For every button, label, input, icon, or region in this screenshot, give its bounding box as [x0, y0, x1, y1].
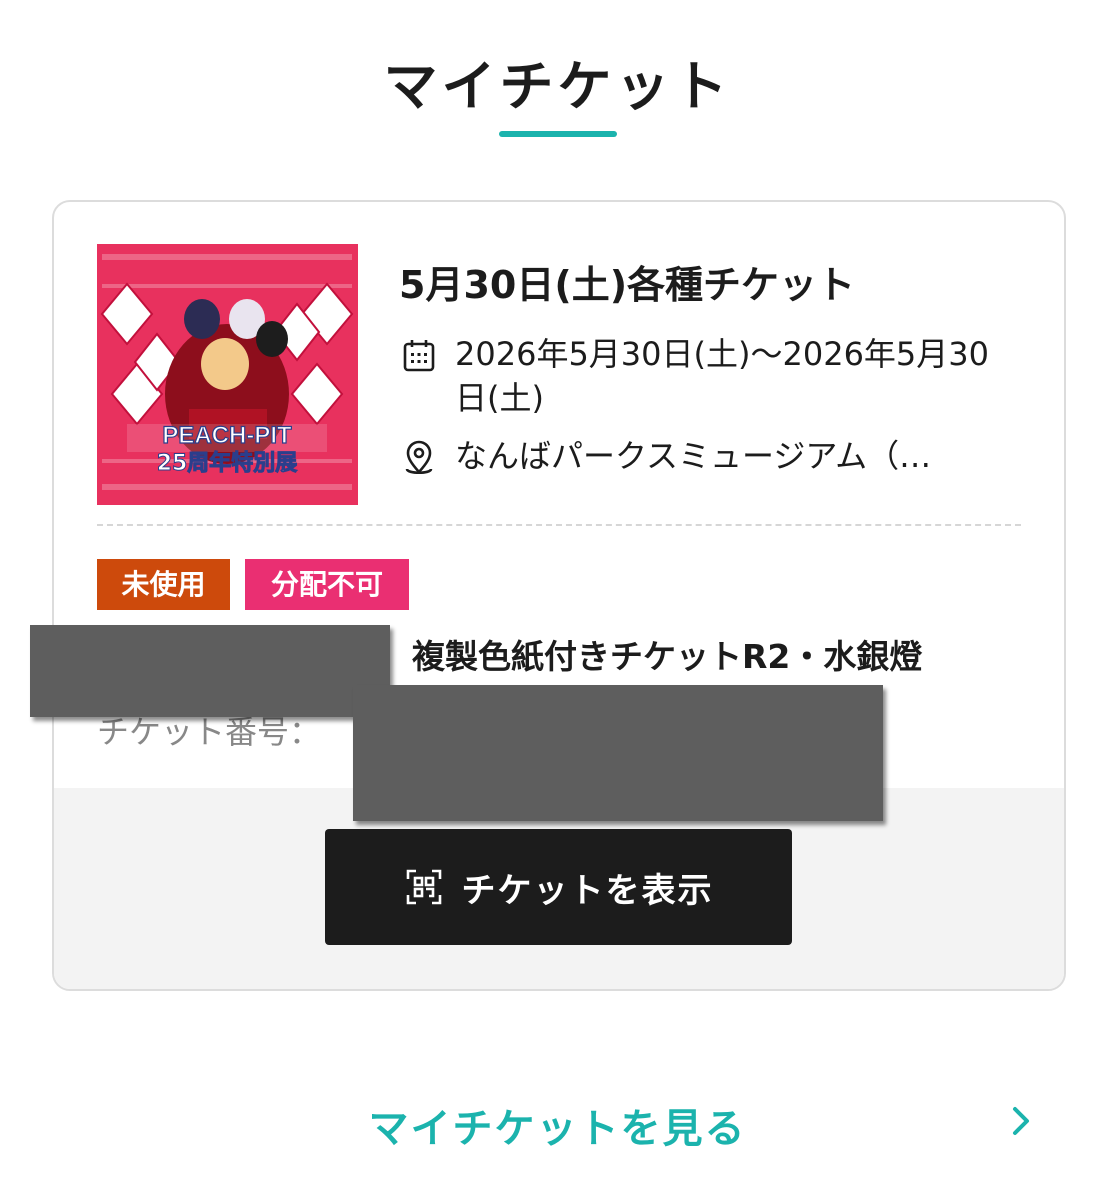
svg-text:25周年特別展: 25周年特別展	[157, 450, 298, 476]
chevron-right-icon[interactable]	[1006, 1101, 1036, 1141]
qr-code-icon	[404, 867, 444, 907]
status-badge: 未使用	[97, 559, 230, 610]
event-logo: PEACH-PIT 25周年特別展	[127, 421, 327, 477]
redaction-box	[353, 685, 883, 821]
location-pin-icon	[399, 438, 439, 478]
redaction-box	[30, 625, 390, 717]
title-underline	[499, 131, 617, 137]
svg-text:PEACH-PIT: PEACH-PIT	[162, 422, 292, 449]
event-title: 5月30日(土)各種チケット	[399, 263, 856, 307]
show-ticket-label: チケットを表示	[461, 870, 714, 911]
event-venue-row: なんばパークスミュージアム（…	[399, 434, 1019, 478]
page-title: マイチケット	[383, 55, 732, 118]
calendar-icon	[399, 336, 439, 376]
show-ticket-button[interactable]: チケットを表示	[325, 829, 792, 945]
event-date-row: 2026年5月30日(土)〜2026年5月30日(土)	[399, 332, 1009, 420]
event-thumbnail: PEACH-PIT 25周年特別展	[97, 244, 358, 505]
my-tickets-page: マイチケット PEACH-PIT 25周年特別展 5月30日(土)各種チケット …	[0, 0, 1115, 1200]
card-divider	[97, 524, 1021, 526]
event-venue: なんばパークスミュージアム（…	[455, 437, 932, 475]
ticket-name: 複製色紙付きチケットR2・水銀燈	[412, 637, 923, 676]
transfer-status-badge: 分配不可	[245, 559, 409, 610]
ticket-card[interactable]: PEACH-PIT 25周年特別展 5月30日(土)各種チケット 2026年5月…	[52, 200, 1066, 991]
event-date: 2026年5月30日(土)〜2026年5月30日(土)	[455, 335, 990, 417]
see-my-tickets-link[interactable]: マイチケットを見る	[0, 1096, 1115, 1154]
